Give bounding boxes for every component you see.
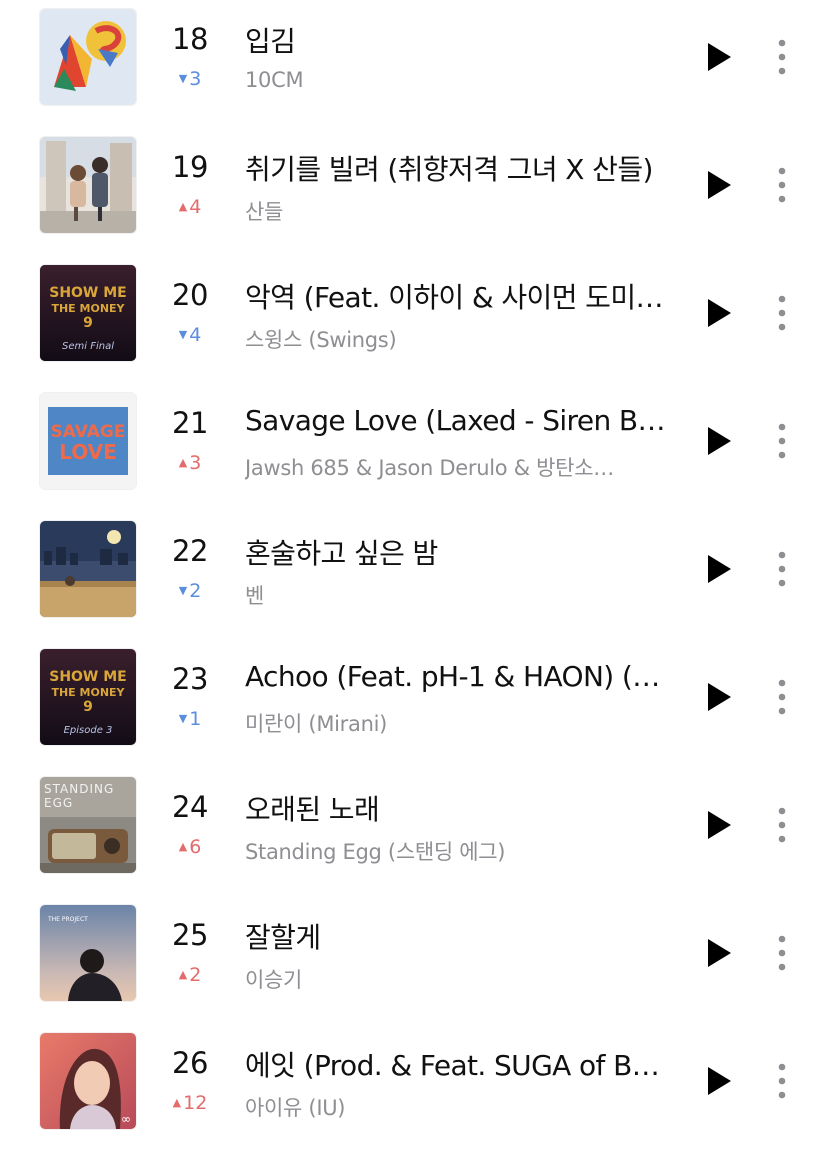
- chart-row[interactable]: 22 ▼ 2 혼술하고 싶은 밤 벤: [0, 512, 828, 640]
- play-icon[interactable]: [704, 40, 734, 74]
- more-vertical-icon[interactable]: [768, 422, 796, 460]
- more-vertical-icon[interactable]: [768, 806, 796, 844]
- song-title[interactable]: Achoo (Feat. pH-1 & HAON) (…: [245, 660, 670, 693]
- rank-number: 25: [172, 918, 208, 952]
- triangle-down-icon: ▼: [178, 328, 188, 341]
- play-icon[interactable]: [704, 680, 734, 714]
- cover-text: SAVAGE: [51, 422, 126, 442]
- song-title[interactable]: 잘할게: [245, 916, 670, 956]
- rank-number: 26: [172, 1046, 208, 1080]
- rank-change: ▲ 2: [178, 964, 202, 986]
- artist-name[interactable]: Jawsh 685 & Jason Derulo & 방탄소…: [245, 452, 670, 482]
- album-cover[interactable]: STANDING EGG: [40, 777, 136, 873]
- triangle-down-icon: ▼: [178, 712, 188, 725]
- chart-row[interactable]: SAVAGE LOVE 21 ▲ 3 Savage Love (Laxed - S…: [0, 384, 828, 512]
- album-cover[interactable]: SHOW ME THE MONEY 9 Semi Final: [40, 265, 136, 361]
- rank-number: 19: [172, 150, 208, 184]
- artist-name[interactable]: 10CM: [245, 68, 670, 92]
- play-icon[interactable]: [704, 808, 734, 842]
- song-title[interactable]: 입김: [245, 20, 670, 60]
- cover-text: Episode 3: [64, 725, 113, 736]
- artist-name[interactable]: 미란이 (Mirani): [245, 708, 670, 738]
- chart-row[interactable]: STANDING EGG 24 ▲ 6 오래된 노래 Standing Egg (…: [0, 768, 828, 896]
- triangle-up-icon: ▲: [178, 200, 188, 213]
- album-cover[interactable]: SHOW ME THE MONEY 9 Episode 3: [40, 649, 136, 745]
- triangle-up-icon: ▲: [172, 1096, 182, 1109]
- triangle-up-icon: ▲: [178, 456, 188, 469]
- rank-number: 18: [172, 22, 208, 56]
- cover-text: THE MONEY: [51, 686, 125, 699]
- more-vertical-icon[interactable]: [768, 678, 796, 716]
- play-icon[interactable]: [704, 296, 734, 330]
- artist-name[interactable]: Standing Egg (스탠딩 에그): [245, 836, 670, 866]
- triangle-down-icon: ▼: [178, 72, 188, 85]
- chart-row[interactable]: 18 ▼ 3 입김 10CM: [0, 0, 828, 128]
- infinity-icon: ∞: [121, 1112, 131, 1126]
- cover-text: 9: [83, 315, 93, 331]
- cover-text: THE PROJECT: [47, 916, 88, 923]
- song-title[interactable]: 취기를 빌려 (취향저격 그녀 X 산들): [245, 148, 670, 188]
- cover-text: SHOW ME: [49, 285, 127, 301]
- album-cover[interactable]: ∞: [40, 1033, 136, 1129]
- chart-row[interactable]: 19 ▲ 4 취기를 빌려 (취향저격 그녀 X 산들) 산들: [0, 128, 828, 256]
- rank-number: 24: [172, 790, 208, 824]
- more-vertical-icon[interactable]: [768, 550, 796, 588]
- cover-text: THE MONEY: [51, 302, 125, 315]
- triangle-up-icon: ▲: [178, 840, 188, 853]
- triangle-down-icon: ▼: [178, 584, 188, 597]
- rank-change: ▲ 4: [178, 196, 202, 218]
- song-title[interactable]: 혼술하고 싶은 밤: [245, 532, 670, 572]
- cover-text: Semi Final: [62, 341, 114, 352]
- artist-name[interactable]: 이승기: [245, 964, 670, 994]
- rank-change: ▲ 12: [172, 1092, 208, 1114]
- play-icon[interactable]: [704, 936, 734, 970]
- chart-row[interactable]: SHOW ME THE MONEY 9 Semi Final 20 ▼ 4 악역 …: [0, 256, 828, 384]
- rank-change: ▼ 4: [178, 324, 202, 346]
- rank-change: ▼ 2: [178, 580, 202, 602]
- rank-number: 23: [172, 662, 208, 696]
- album-cover[interactable]: THE PROJECT: [40, 905, 136, 1001]
- chart-row[interactable]: ∞ 26 ▲ 12 에잇 (Prod. & Feat. SUGA of B… 아이…: [0, 1024, 828, 1152]
- album-cover[interactable]: [40, 521, 136, 617]
- chart-row[interactable]: SHOW ME THE MONEY 9 Episode 3 23 ▼ 1 Acho…: [0, 640, 828, 768]
- artist-name[interactable]: 아이유 (IU): [245, 1092, 670, 1122]
- more-vertical-icon[interactable]: [768, 166, 796, 204]
- rank-change: ▲ 6: [178, 836, 202, 858]
- rank-change: ▲ 3: [178, 452, 202, 474]
- play-icon[interactable]: [704, 552, 734, 586]
- song-title[interactable]: 에잇 (Prod. & Feat. SUGA of B…: [245, 1044, 670, 1084]
- cover-text: STANDING: [44, 782, 114, 796]
- chart-row[interactable]: THE PROJECT 25 ▲ 2 잘할게 이승기: [0, 896, 828, 1024]
- album-cover[interactable]: SAVAGE LOVE: [40, 393, 136, 489]
- more-vertical-icon[interactable]: [768, 934, 796, 972]
- rank-number: 21: [172, 406, 208, 440]
- rank-number: 22: [172, 534, 208, 568]
- play-icon[interactable]: [704, 168, 734, 202]
- cover-text: EGG: [44, 796, 73, 810]
- artist-name[interactable]: 산들: [245, 196, 670, 226]
- more-vertical-icon[interactable]: [768, 38, 796, 76]
- play-icon[interactable]: [704, 1064, 734, 1098]
- song-title[interactable]: 오래된 노래: [245, 788, 670, 828]
- play-icon[interactable]: [704, 424, 734, 458]
- triangle-up-icon: ▲: [178, 968, 188, 981]
- rank-change: ▼ 1: [178, 708, 202, 730]
- cover-text: 9: [83, 699, 93, 715]
- album-cover[interactable]: [40, 137, 136, 233]
- album-cover[interactable]: [40, 9, 136, 105]
- cover-text: LOVE: [59, 440, 117, 464]
- rank-change: ▼ 3: [178, 68, 202, 90]
- rank-number: 20: [172, 278, 208, 312]
- song-title[interactable]: 악역 (Feat. 이하이 & 사이먼 도미…: [245, 276, 670, 316]
- more-vertical-icon[interactable]: [768, 294, 796, 332]
- artist-name[interactable]: 스윙스 (Swings): [245, 324, 670, 354]
- cover-text: SHOW ME: [49, 669, 127, 685]
- artist-name[interactable]: 벤: [245, 580, 670, 610]
- more-vertical-icon[interactable]: [768, 1062, 796, 1100]
- song-title[interactable]: Savage Love (Laxed - Siren B…: [245, 404, 670, 437]
